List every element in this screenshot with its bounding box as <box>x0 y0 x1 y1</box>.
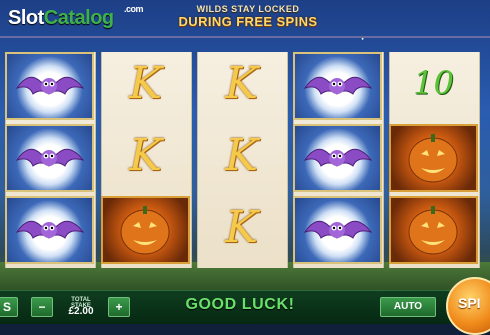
logo-suffix: .com <box>124 4 144 14</box>
bat-icon <box>303 148 373 167</box>
feature-banner: WILDS STAY LOCKED DURING FREE SPINS <box>150 0 346 36</box>
k-symbol: K <box>101 124 190 192</box>
reel-frame-top <box>0 36 490 52</box>
bat-icon <box>303 76 373 95</box>
k-letter: K <box>225 202 258 253</box>
stake-plus-button[interactable]: + <box>108 297 130 317</box>
k-symbol: K <box>197 196 286 264</box>
k-letter: K <box>129 58 162 109</box>
bat-icon <box>15 148 85 167</box>
pumpkin-symbol <box>101 196 190 264</box>
k-symbol: K <box>101 52 190 120</box>
pumpkin-icon <box>408 206 458 255</box>
bat-symbol <box>293 124 382 192</box>
pumpkin-symbol <box>389 124 478 192</box>
banner-line2: DURING FREE SPINS <box>178 14 318 29</box>
logo-part2: Catalog <box>43 7 114 29</box>
bat-icon <box>15 220 85 239</box>
banner-line1: WILDS STAY LOCKED <box>196 4 300 14</box>
status-message: GOOD LUCK! <box>185 296 295 313</box>
stake-minus-button[interactable]: − <box>31 297 53 317</box>
k-letter: K <box>225 130 258 181</box>
spin-label: SPI <box>458 295 481 311</box>
logo-part1: Slot <box>8 7 44 29</box>
bat-symbol <box>5 124 94 192</box>
bat-symbol <box>5 52 94 120</box>
bat-symbol <box>293 196 382 264</box>
k-symbol: K <box>197 52 286 120</box>
bat-icon <box>15 76 85 95</box>
bat-symbol <box>293 52 382 120</box>
auto-button[interactable]: AUTO <box>380 297 436 317</box>
pumpkin-icon <box>408 134 458 183</box>
slotcatalog-logo: SlotCatalog .com <box>8 4 144 30</box>
spin-button[interactable]: SPI <box>446 277 490 335</box>
bet-settings-button[interactable]: S <box>0 297 18 317</box>
k-letter: K <box>129 130 162 181</box>
ten-symbol: 10 <box>389 52 478 120</box>
bat-symbol <box>5 196 94 264</box>
total-stake-value: £2.00 <box>68 306 94 317</box>
reel-grid: K K K K K 10 <box>5 52 490 268</box>
ten-label: 10 <box>413 64 454 102</box>
k-letter: K <box>225 58 258 109</box>
bat-icon <box>303 220 373 239</box>
pumpkin-symbol <box>389 196 478 264</box>
pumpkin-icon <box>120 206 170 255</box>
k-symbol: K <box>197 124 286 192</box>
